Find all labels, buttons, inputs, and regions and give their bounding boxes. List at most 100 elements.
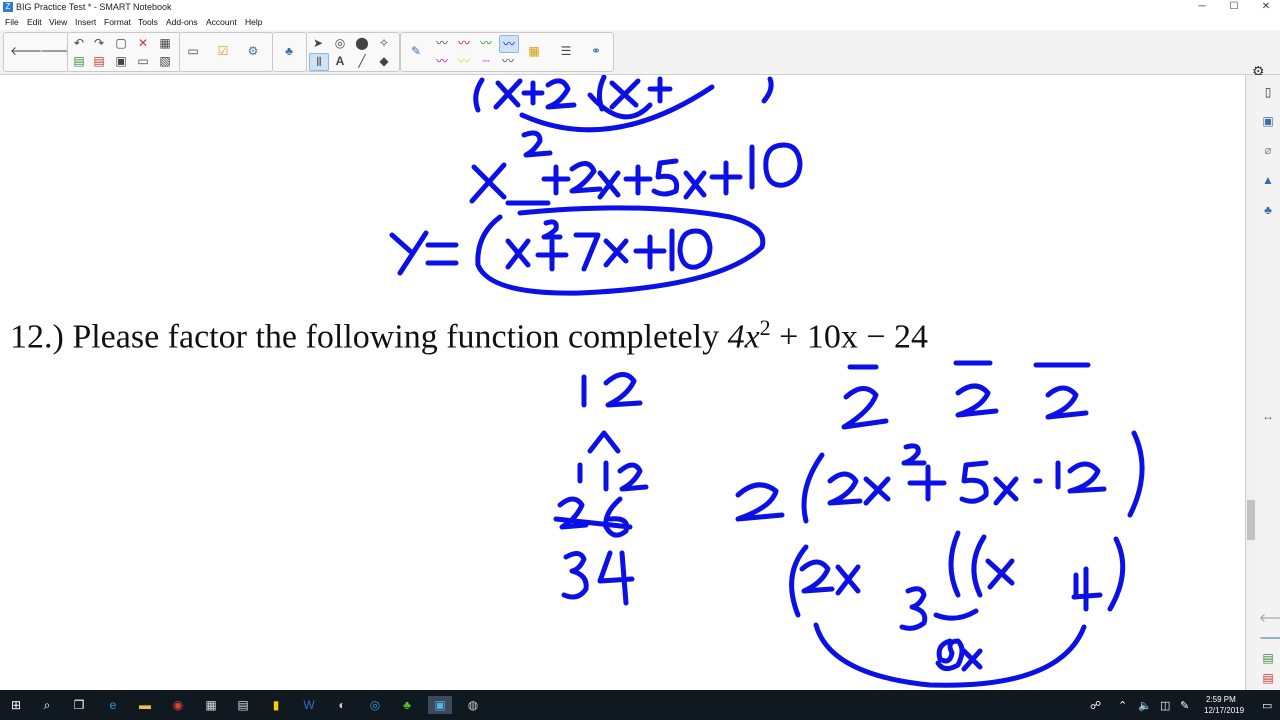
sidebar-next-page-icon[interactable]: 🡒 — [1259, 629, 1280, 647]
ink-stroke — [587, 430, 621, 454]
clock-time[interactable]: 2:59 PM — [1206, 695, 1236, 704]
sidebar-prev-page-icon[interactable]: 🡐 — [1259, 609, 1280, 627]
ink-stroke — [505, 238, 531, 270]
sidebar-add-page-icon[interactable]: ▤ — [1259, 649, 1277, 667]
ink-stroke — [633, 234, 667, 270]
ink-stroke — [841, 386, 889, 430]
color-palette-icon[interactable]: ▦ — [525, 43, 543, 59]
ink-stroke — [959, 460, 989, 504]
edge-icon[interactable]: e — [104, 696, 122, 714]
attachments-icon[interactable]: ⌀ — [1259, 141, 1277, 159]
ink-stroke — [535, 238, 569, 272]
previous-page-button[interactable]: 🡐 — [10, 43, 42, 59]
pen-icon[interactable]: ✎ — [407, 43, 425, 59]
clock-date[interactable]: 12/17/2019 — [1204, 706, 1244, 715]
table-icon[interactable]: ▦ — [156, 35, 174, 51]
pen-black-icon[interactable]: 〰 — [433, 35, 451, 51]
pen-dotted-icon[interactable]: ┈ — [477, 53, 495, 69]
magic-pen-icon[interactable]: ✧ — [375, 35, 393, 51]
word-icon[interactable]: W — [300, 696, 318, 714]
app-icon[interactable]: ▤ — [234, 696, 252, 714]
fill-icon[interactable]: ⬤ — [353, 35, 371, 51]
network-icon[interactable]: ◫ — [1160, 699, 1170, 712]
add-page-icon[interactable]: ▤ — [70, 53, 88, 69]
scrollbar-thumb[interactable] — [1247, 500, 1255, 540]
pen-yellow-icon[interactable]: 〰 — [455, 53, 473, 69]
maximize-button[interactable]: ☐ — [1218, 0, 1250, 15]
sidebar-delete-page-icon[interactable]: ▤ — [1259, 669, 1277, 687]
pen-red-icon[interactable]: 〰 — [455, 35, 473, 51]
eraser-icon[interactable]: ◆ — [375, 53, 393, 69]
ink-stroke — [948, 530, 961, 598]
menu-addons[interactable]: Add-ons — [166, 17, 198, 27]
delete-page-icon[interactable]: ▤ — [90, 53, 108, 69]
smart-notebook-taskbar-icon[interactable]: ▣ — [428, 696, 452, 714]
addons-panel-icon[interactable]: ♣ — [1259, 201, 1277, 219]
ink-stroke — [827, 471, 863, 506]
browser-icon[interactable]: ◎ — [366, 696, 384, 714]
properties-icon[interactable]: ▲ — [1259, 171, 1277, 189]
ink-stroke — [935, 638, 965, 671]
menu-help[interactable]: Help — [245, 17, 262, 27]
green-app-icon[interactable]: ♣ — [398, 696, 416, 714]
text-icon[interactable]: A — [331, 53, 349, 69]
ink-stroke — [863, 476, 891, 506]
task-view-icon[interactable]: ❐ — [70, 696, 88, 714]
pen-black-thin-icon[interactable]: 〰 — [499, 53, 517, 69]
ink-stroke — [597, 170, 621, 200]
line-style-icon[interactable]: ☰ — [557, 43, 575, 59]
select-icon[interactable]: ➤ — [309, 35, 327, 51]
lab-icon[interactable]: ♣ — [280, 43, 298, 59]
menu-tools[interactable]: Tools — [138, 17, 158, 27]
menu-insert[interactable]: Insert — [75, 17, 96, 27]
minimize-button[interactable]: ─ — [1186, 0, 1218, 15]
menu-edit[interactable]: Edit — [27, 17, 42, 27]
ime-icon[interactable]: ✎ — [1180, 699, 1189, 712]
start-icon[interactable]: ⊞ — [7, 696, 25, 714]
pen-magenta-icon[interactable]: 〰 — [433, 53, 451, 69]
screen-shade-icon[interactable]: ▭ — [134, 53, 152, 69]
addons-icon[interactable]: ⚙ — [244, 43, 262, 59]
settings-app-icon[interactable]: ◍ — [464, 696, 482, 714]
menu-format[interactable]: Format — [104, 17, 131, 27]
capture-icon[interactable]: ▧ — [156, 53, 174, 69]
delete-icon[interactable]: ✕ — [134, 35, 152, 51]
response-icon[interactable]: ☑ — [214, 43, 232, 59]
line-icon[interactable]: ╱ — [353, 53, 371, 69]
volume-icon[interactable]: 🔈 — [1138, 699, 1152, 712]
paste-icon[interactable]: ▢ — [112, 35, 130, 51]
tray-chevron-icon[interactable]: ⌃ — [1118, 699, 1127, 712]
display-icon[interactable]: ▭ — [184, 43, 202, 59]
close-button[interactable]: ✕ — [1250, 0, 1280, 15]
lab-group: ♣ — [272, 32, 307, 72]
title-bar: Z BIG Practice Test * - SMART Notebook ─… — [0, 0, 1280, 15]
pen-settings-icon[interactable]: ⚭ — [587, 43, 605, 59]
next-page-button[interactable]: 🡒 — [40, 43, 72, 59]
redo-button[interactable]: ↷ — [90, 35, 108, 51]
notification-icon[interactable]: ▭ — [1262, 699, 1272, 712]
undo-button[interactable]: ↶ — [70, 35, 88, 51]
menu-file[interactable]: File — [5, 17, 19, 27]
store-icon[interactable]: ▦ — [202, 696, 220, 714]
file-explorer-icon[interactable]: ▬ — [136, 696, 154, 714]
pen-green-icon[interactable]: 〰 — [477, 35, 495, 51]
ink-stroke — [789, 544, 809, 618]
gallery-icon[interactable]: ▣ — [1259, 112, 1277, 130]
menu-view[interactable]: View — [49, 17, 67, 27]
question-text: 12.) Please factor the following functio… — [10, 315, 928, 356]
people-icon[interactable]: ☍ — [1090, 699, 1101, 712]
notebook-page[interactable]: 12.) Please factor the following functio… — [0, 75, 1244, 690]
ink-stroke — [651, 158, 680, 197]
page-sorter-icon[interactable]: ▯ — [1259, 83, 1277, 101]
vertical-scrollbar[interactable] — [1246, 75, 1256, 690]
pen-blue-icon[interactable]: 〰 — [499, 35, 519, 53]
panel-resize-icon[interactable]: ↔ — [1259, 407, 1277, 425]
sticky-notes-icon[interactable]: ▮ — [267, 696, 285, 714]
paint-icon[interactable]: ◐ — [333, 696, 351, 714]
shapes-icon[interactable]: ◎ — [331, 35, 349, 51]
menu-account[interactable]: Account — [206, 17, 237, 27]
pens-icon[interactable]: ⫴ — [309, 53, 329, 71]
chrome-icon[interactable]: ◉ — [169, 696, 187, 714]
search-icon[interactable]: ⌕ — [38, 696, 56, 714]
save-icon[interactable]: ▣ — [112, 53, 130, 69]
